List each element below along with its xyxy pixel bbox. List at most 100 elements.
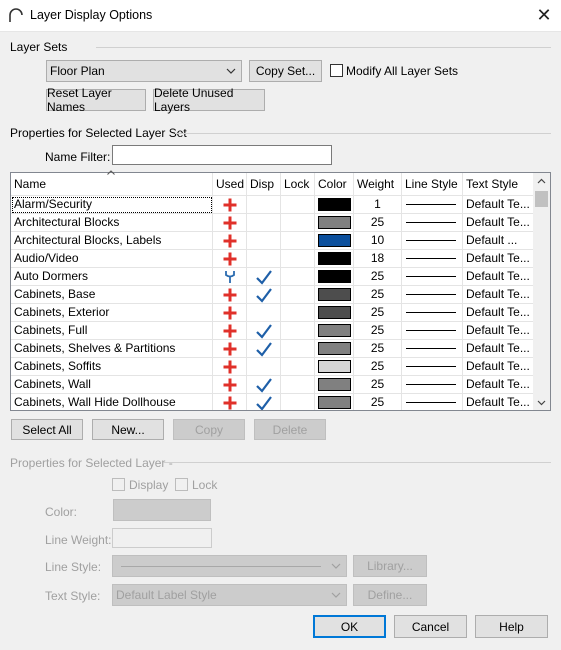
table-row[interactable]: Cabinets, Full 25 Default Te... xyxy=(11,321,533,340)
cell-line-style[interactable] xyxy=(402,286,463,304)
cell-color[interactable] xyxy=(315,358,354,376)
copy-set-button[interactable]: Copy Set... xyxy=(249,60,322,82)
cell-name[interactable]: Cabinets, Wall Hide Dollhouse xyxy=(11,394,213,410)
scrollbar-thumb[interactable] xyxy=(535,191,548,207)
chevron-down-icon[interactable] xyxy=(537,398,546,407)
cell-line-style[interactable] xyxy=(402,196,463,214)
cell-name[interactable]: Audio/Video xyxy=(11,250,213,268)
cell-lock[interactable] xyxy=(281,196,315,214)
cell-lock[interactable] xyxy=(281,304,315,322)
cell-color[interactable] xyxy=(315,250,354,268)
cell-text-style[interactable]: Default Te... xyxy=(463,394,533,410)
cell-text-style[interactable]: Default Te... xyxy=(463,196,533,214)
cell-line-style[interactable] xyxy=(402,340,463,358)
cell-disp[interactable] xyxy=(247,250,281,268)
cell-disp[interactable] xyxy=(247,340,281,358)
cell-lock[interactable] xyxy=(281,394,315,410)
color-picker-button[interactable] xyxy=(113,499,211,521)
cell-name[interactable]: Alarm/Security xyxy=(11,196,213,214)
reset-layer-names-button[interactable]: Reset Layer Names xyxy=(46,86,146,114)
table-row[interactable]: Architectural Blocks 25 Default Te... xyxy=(11,213,533,232)
cell-text-style[interactable]: Default Te... xyxy=(463,286,533,304)
cell-color[interactable] xyxy=(315,214,354,232)
cell-line-style[interactable] xyxy=(402,250,463,268)
cell-disp[interactable] xyxy=(247,394,281,410)
cell-used[interactable] xyxy=(213,196,247,214)
cell-disp[interactable] xyxy=(247,358,281,376)
cell-text-style[interactable]: Default Te... xyxy=(463,322,533,340)
cell-lock[interactable] xyxy=(281,322,315,340)
cell-color[interactable] xyxy=(315,394,354,410)
cell-weight[interactable]: 25 xyxy=(354,268,402,286)
cell-line-style[interactable] xyxy=(402,322,463,340)
cell-line-style[interactable] xyxy=(402,394,463,410)
cell-weight[interactable]: 25 xyxy=(354,394,402,410)
table-row[interactable]: Cabinets, Wall 25 Default Te... xyxy=(11,375,533,394)
cell-used[interactable] xyxy=(213,358,247,376)
cell-color[interactable] xyxy=(315,286,354,304)
cell-weight[interactable]: 25 xyxy=(354,376,402,394)
cell-disp[interactable] xyxy=(247,376,281,394)
cell-line-style[interactable] xyxy=(402,268,463,286)
cell-disp[interactable] xyxy=(247,232,281,250)
modify-all-checkbox[interactable] xyxy=(330,64,343,77)
column-header-used[interactable]: Used xyxy=(213,173,247,195)
cell-weight[interactable]: 25 xyxy=(354,304,402,322)
cell-text-style[interactable]: Default Te... xyxy=(463,376,533,394)
cell-lock[interactable] xyxy=(281,286,315,304)
cell-color[interactable] xyxy=(315,376,354,394)
cell-name[interactable]: Architectural Blocks, Labels xyxy=(11,232,213,250)
text-style-select[interactable]: Default Label Style xyxy=(112,584,347,606)
cell-used[interactable] xyxy=(213,340,247,358)
cell-lock[interactable] xyxy=(281,232,315,250)
cell-disp[interactable] xyxy=(247,214,281,232)
close-icon[interactable]: ✕ xyxy=(532,4,556,28)
cell-used[interactable] xyxy=(213,376,247,394)
cell-lock[interactable] xyxy=(281,340,315,358)
column-header-weight[interactable]: Weight xyxy=(354,173,402,195)
layer-table[interactable]: Name Used Disp Lock Color Weight Line St… xyxy=(10,172,551,411)
cell-disp[interactable] xyxy=(247,268,281,286)
cell-used[interactable] xyxy=(213,232,247,250)
column-header-color[interactable]: Color xyxy=(315,173,354,195)
cell-weight[interactable]: 1 xyxy=(354,196,402,214)
column-header-lock[interactable]: Lock xyxy=(281,173,315,195)
cell-color[interactable] xyxy=(315,232,354,250)
cell-name[interactable]: Cabinets, Exterior xyxy=(11,304,213,322)
delete-layer-button[interactable]: Delete xyxy=(254,419,326,440)
cell-color[interactable] xyxy=(315,340,354,358)
cell-used[interactable] xyxy=(213,394,247,410)
new-layer-button[interactable]: New... xyxy=(92,419,164,440)
cell-weight[interactable]: 25 xyxy=(354,214,402,232)
cell-name[interactable]: Architectural Blocks xyxy=(11,214,213,232)
cell-used[interactable] xyxy=(213,322,247,340)
cell-color[interactable] xyxy=(315,268,354,286)
cell-weight[interactable]: 25 xyxy=(354,322,402,340)
cell-name[interactable]: Cabinets, Base xyxy=(11,286,213,304)
cell-color[interactable] xyxy=(315,322,354,340)
layer-set-select[interactable]: Floor Plan xyxy=(46,60,242,82)
cell-text-style[interactable]: Default Te... xyxy=(463,304,533,322)
table-row[interactable]: Auto Dormers 25 Default Te... xyxy=(11,267,533,286)
select-all-button[interactable]: Select All xyxy=(11,419,83,440)
cell-weight[interactable]: 10 xyxy=(354,232,402,250)
cell-weight[interactable]: 25 xyxy=(354,358,402,376)
cell-disp[interactable] xyxy=(247,304,281,322)
cell-line-style[interactable] xyxy=(402,232,463,250)
cell-lock[interactable] xyxy=(281,268,315,286)
cell-name[interactable]: Auto Dormers xyxy=(11,268,213,286)
cell-weight[interactable]: 25 xyxy=(354,286,402,304)
cell-text-style[interactable]: Default ... xyxy=(463,232,533,250)
cell-used[interactable] xyxy=(213,268,247,286)
library-button[interactable]: Library... xyxy=(353,555,427,577)
table-scrollbar[interactable] xyxy=(533,173,550,410)
copy-layer-button[interactable]: Copy xyxy=(173,419,245,440)
line-style-select[interactable] xyxy=(112,555,347,577)
cell-disp[interactable] xyxy=(247,196,281,214)
cell-text-style[interactable]: Default Te... xyxy=(463,250,533,268)
table-row[interactable]: Cabinets, Base 25 Default Te... xyxy=(11,285,533,304)
define-button[interactable]: Define... xyxy=(353,584,427,606)
cell-name[interactable]: Cabinets, Shelves & Partitions xyxy=(11,340,213,358)
cell-lock[interactable] xyxy=(281,358,315,376)
cell-lock[interactable] xyxy=(281,250,315,268)
